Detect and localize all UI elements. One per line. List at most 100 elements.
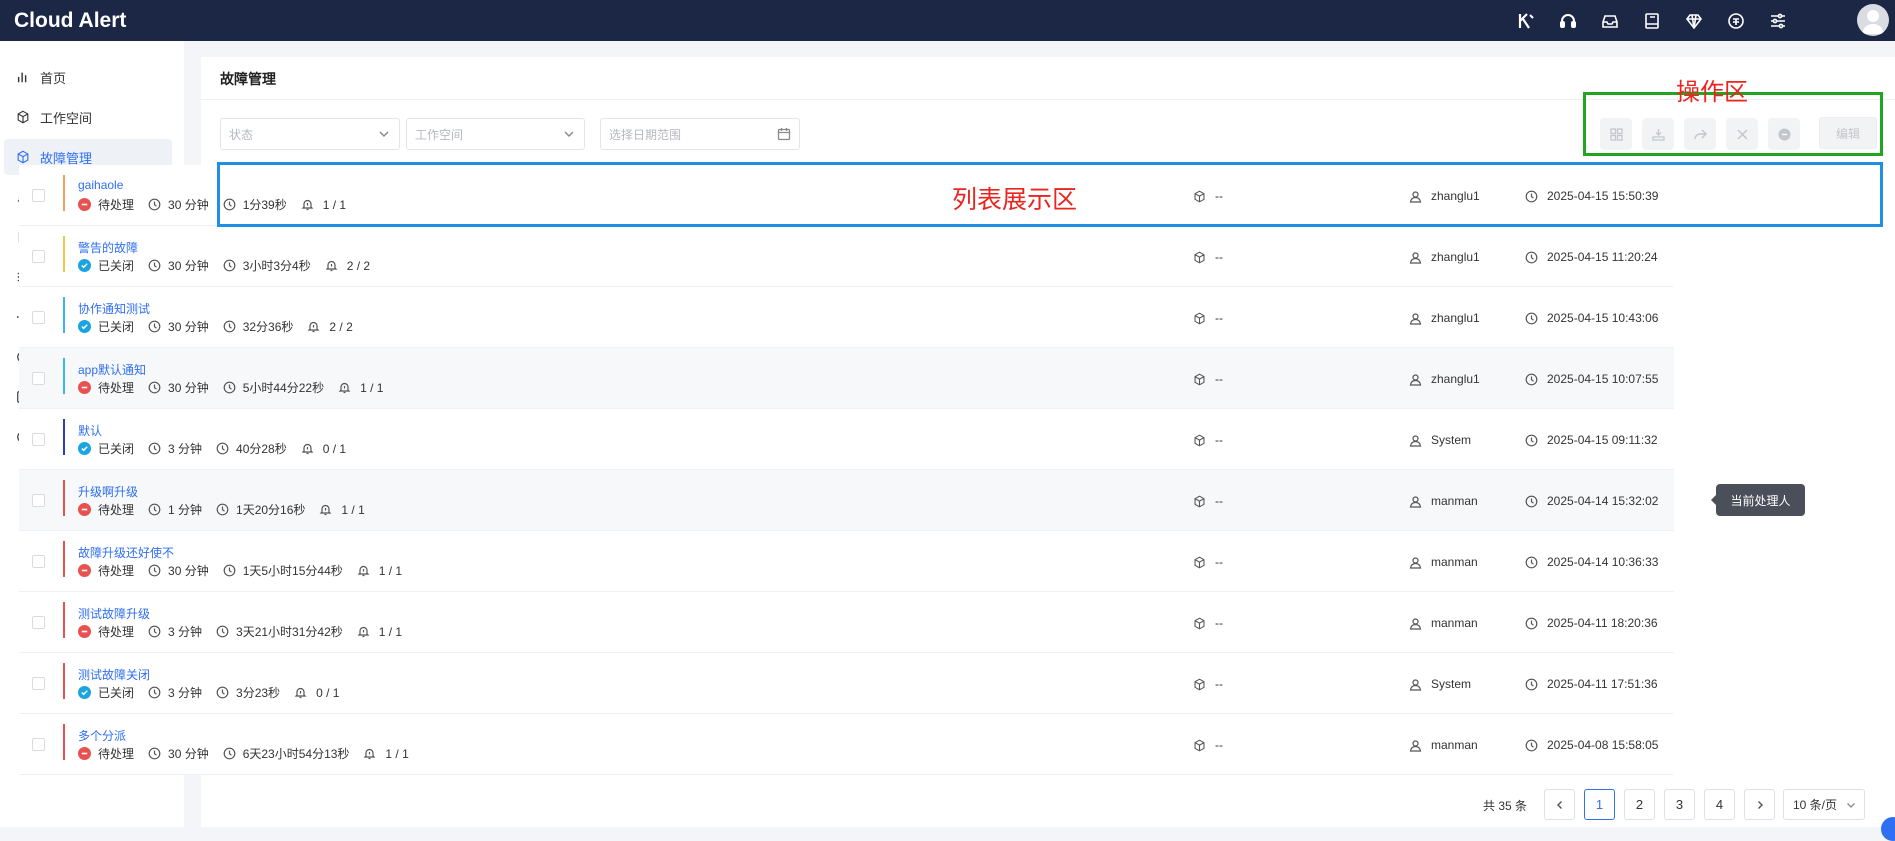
book-icon[interactable] [1631,0,1673,41]
assignee-cell: manman [1409,616,1478,630]
bell-icon [319,504,332,516]
sidebar-item[interactable]: 工作空间 [4,99,172,135]
assignee-cell: manman [1409,555,1478,569]
page-size-value: 10 条/页 [1793,798,1838,812]
avatar[interactable] [1857,4,1889,36]
status-text: 已关闭 [98,686,135,700]
row-checkbox[interactable] [32,494,45,507]
table-row[interactable]: 多个分派 待处理 30 分钟 6天23小时54分13秒 1 / 1 -- manman 202… [19,714,1674,775]
row-checkbox[interactable] [32,372,45,385]
next-page-button[interactable] [1744,789,1775,820]
floating-help-button[interactable] [1881,817,1895,841]
row-checkbox[interactable] [32,433,45,446]
clock-icon [223,747,236,760]
table-row[interactable]: 测试故障升级 待处理 3 分钟 3天21小时31分42秒 1 / 1 -- manman 20… [19,592,1674,653]
status-text: 待处理 [98,198,135,212]
clock-icon [1525,495,1538,507]
row-checkbox[interactable] [32,311,45,324]
alert-count: 2 / 2 [346,258,371,273]
bell-icon [307,321,320,333]
duration: 40分28秒 [236,442,287,456]
inbox-icon[interactable] [1589,0,1631,41]
app-logo[interactable]: Cloud Alert [0,9,126,33]
incident-title-link[interactable]: app默认通知 [78,361,146,378]
time-cell: 2025-04-15 10:07:55 [1525,372,1658,386]
assignee-name: zhanglu1 [1431,250,1480,264]
status-text: 已关闭 [98,442,135,456]
calendar-icon [777,128,791,141]
row-checkbox[interactable] [32,250,45,263]
time-cell: 2025-04-15 11:20:24 [1525,250,1658,264]
clock-icon [148,259,161,272]
sidebar-item[interactable]: 首页 [4,59,172,95]
row-checkbox[interactable] [32,555,45,568]
table-row[interactable]: 协作通知测试 已关闭 30 分钟 32分36秒 2 / 2 -- zhanglu1 2025-… [19,287,1674,348]
diamond-icon[interactable] [1673,0,1715,41]
clock-icon [216,442,229,455]
chevron-down-icon [1847,803,1855,808]
assignee-name: zhanglu1 [1431,372,1480,386]
ack-time: 3 分钟 [168,625,203,639]
circle-menu-icon[interactable] [1715,0,1757,41]
status-filter[interactable]: 状态 [220,118,400,150]
clock-icon [223,259,236,272]
incident-title-link[interactable]: 升级啊升级 [78,483,138,500]
cube-icon [15,109,31,125]
incident-title-link[interactable]: 测试故障关闭 [78,666,150,683]
table-row[interactable]: 警告的故障 已关闭 30 分钟 3小时3分4秒 2 / 2 -- zhanglu1 2025-… [19,226,1674,287]
created-time: 2025-04-15 11:20:24 [1547,250,1658,264]
page-number-button[interactable]: 3 [1664,789,1695,820]
page-number-button[interactable]: 4 [1704,789,1735,820]
table-row[interactable]: 升级啊升级 待处理 1 分钟 1天20分16秒 1 / 1 -- manman 2025-04… [19,470,1674,531]
date-range-placeholder: 选择日期范围 [609,127,682,142]
table-row[interactable]: 测试故障关闭 已关闭 3 分钟 3分23秒 0 / 1 -- System 2025-04-1… [19,653,1674,714]
assignee-name: System [1431,677,1472,691]
status-icon [78,198,91,211]
workspace-filter[interactable]: 工作空间 [406,118,585,150]
cube-icon [1194,678,1205,690]
user-icon [1409,678,1422,691]
k-logo-icon[interactable] [1505,0,1547,41]
page-number-button[interactable]: 2 [1624,789,1655,820]
page-size-select[interactable]: 10 条/页 [1783,789,1865,820]
workspace-cell: -- [1193,738,1223,752]
clock-icon [1525,678,1538,690]
date-range-picker[interactable]: 选择日期范围 [600,118,800,150]
incident-title-link[interactable]: gaihaole [78,178,123,192]
assignee-name: manman [1431,738,1478,752]
clock-icon [216,503,229,516]
sidebar-item-label: 故障管理 [40,150,93,166]
row-checkbox[interactable] [32,738,45,751]
incident-title-link[interactable]: 故障升级还好使不 [78,544,174,561]
incident-title-link[interactable]: 协作通知测试 [78,300,150,317]
incident-title-link[interactable]: 默认 [78,422,102,439]
ack-time: 30 分钟 [168,259,209,273]
operation-area-label: 操作区 [1676,79,1748,106]
prev-page-button[interactable] [1544,789,1575,820]
cube-icon [15,149,31,165]
created-time: 2025-04-08 15:58:05 [1547,738,1659,752]
table-row[interactable]: 默认 已关闭 3 分钟 40分28秒 0 / 1 -- System 2025-04-15 0… [19,409,1674,470]
severity-bar [63,480,65,516]
incident-title-link[interactable]: 警告的故障 [78,239,138,256]
row-checkbox[interactable] [32,189,45,202]
page-number-button[interactable]: 1 [1584,789,1615,820]
ack-time: 3 分钟 [168,686,203,700]
incident-meta: 待处理 30 分钟 1天5小时15分44秒 1 / 1 [78,562,402,579]
row-checkbox[interactable] [32,677,45,690]
incident-title-link[interactable]: 多个分派 [78,727,126,744]
assignee-cell: System [1409,677,1471,691]
status-icon [78,320,91,333]
row-checkbox[interactable] [32,616,45,629]
cube-icon [1194,495,1205,507]
incident-title-link[interactable]: 测试故障升级 [78,605,150,622]
bell-icon [338,382,351,394]
workspace-value: -- [1215,494,1223,508]
ack-time: 3 分钟 [168,442,203,456]
headset-icon[interactable] [1547,0,1589,41]
settings-sliders-icon[interactable] [1757,0,1799,41]
table-row[interactable]: 故障升级还好使不 待处理 30 分钟 1天5小时15分44秒 1 / 1 -- manman… [19,531,1674,592]
clock-icon [1525,617,1538,629]
table-row[interactable]: app默认通知 待处理 30 分钟 5小时44分22秒 1 / 1 -- zhanglu1 2… [19,348,1674,409]
duration: 1天20分16秒 [236,503,306,517]
